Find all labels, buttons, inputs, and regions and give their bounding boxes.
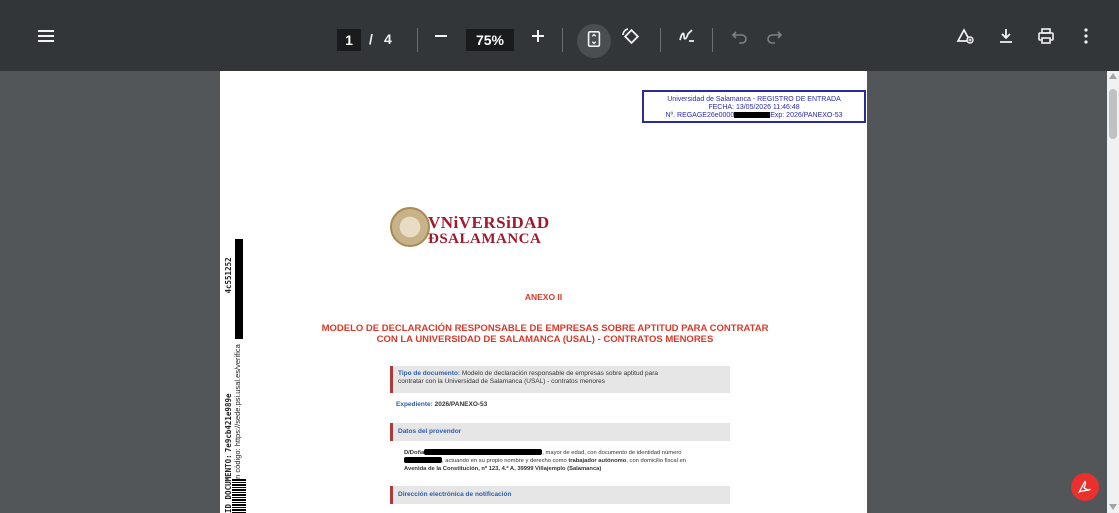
annex-heading: ANEXO II	[524, 292, 563, 302]
stamp-line-1: Universidad de Salamanca - REGISTRO DE E…	[667, 96, 841, 103]
zoom-in-icon[interactable]	[528, 26, 548, 46]
declaration-line-3: Avenida de la Constitución, nº 123, 4.º …	[404, 465, 734, 473]
toolbar-divider	[660, 28, 661, 52]
pdf-toolbar: 1 / 4 75%	[0, 0, 1119, 71]
download-icon[interactable]	[996, 26, 1016, 46]
document-id-suffix: 4c551252	[224, 257, 233, 294]
redo-icon[interactable]	[764, 26, 784, 46]
draw-icon[interactable]	[677, 26, 697, 46]
title-line-1: MODELO DE DECLARACIÓN RESPONSABLE DE EMP…	[321, 323, 769, 334]
declaration-line-2-end: , con domicilio fiscal en	[626, 458, 686, 464]
logo-line-1: VNiVERSiDAD	[428, 213, 550, 232]
document-id-prefix: 7e9cb421e989e	[224, 393, 233, 453]
stamp-line-2: FECHA: 13/05/2026 11:46:48	[708, 104, 800, 111]
scroll-down-arrow-icon[interactable]	[1109, 504, 1117, 510]
pdf-page: Universidad de Salamanca - REGISTRO DE E…	[220, 71, 867, 513]
zoom-input[interactable]: 75%	[466, 29, 514, 51]
page-number-input[interactable]: 1	[337, 29, 361, 51]
document-type-value-2: contratar con la Universidad de Salamanc…	[398, 378, 606, 385]
toolbar-divider	[562, 28, 563, 52]
document-type-value-1: Modelo de declaración responsable de emp…	[461, 370, 659, 377]
university-logo: VNiVERSiDAD ÐSALAMANCA	[390, 207, 549, 253]
document-type-label: Tipo de documento:	[398, 370, 460, 377]
document-type-box: Tipo de documento: Modelo de declaración…	[390, 366, 730, 393]
redaction	[424, 449, 543, 456]
registry-stamp: Universidad de Salamanca - REGISTRO DE E…	[642, 90, 866, 123]
redaction	[235, 239, 243, 339]
declaration-line-2-bold: trabajador autónomo	[568, 458, 627, 464]
document-type-text: Tipo de documento: Modelo de declaración…	[398, 370, 658, 386]
document-title: MODELO DE DECLARACIÓN RESPONSABLE DE EMP…	[320, 323, 770, 345]
stamp-line-3-suffix: Exp: 2026/PANEXO-53	[770, 112, 843, 119]
declaration-line-1-text: , mayor de edad, con documento de identi…	[542, 450, 682, 456]
expediente-label: Expediente:	[396, 401, 433, 408]
page-separator: /	[369, 31, 373, 47]
fit-page-button[interactable]	[577, 24, 611, 58]
expediente: Expediente: 2026/PANEXO-53	[396, 401, 487, 408]
barcode	[232, 479, 246, 513]
declaration-prefix: D/Doña	[404, 450, 425, 456]
undo-icon[interactable]	[730, 26, 750, 46]
menu-icon[interactable]	[36, 26, 56, 46]
scroll-up-arrow-icon[interactable]	[1109, 73, 1117, 79]
title-line-2: CON LA UNIVERSIDAD DE SALAMANCA (USAL) -…	[376, 334, 714, 345]
zoom-out-icon[interactable]	[431, 26, 451, 46]
document-id-strip: ID DOCUMENTO: 7e9cb421e989e4c551252 Veri…	[224, 201, 246, 513]
redaction	[734, 112, 771, 119]
stamp-line-3-prefix: Nº. REGAGE26e0000	[665, 112, 735, 119]
annotate-icon[interactable]	[955, 26, 975, 46]
declaration-line-2: , actuando en su propio nombre y derecho…	[404, 457, 734, 465]
logo-line-2: ÐSALAMANCA	[428, 231, 542, 247]
box-accent	[390, 366, 393, 393]
vertical-scrollbar[interactable]	[1107, 71, 1119, 513]
toolbar-divider	[712, 28, 713, 52]
page-total: 4	[384, 31, 392, 47]
scrollbar-thumb[interactable]	[1109, 89, 1117, 139]
provider-declaration-text: D/Doña , mayor de edad, con documento de …	[404, 449, 734, 473]
toolbar-divider	[417, 28, 418, 52]
expediente-value: 2026/PANEXO-53	[434, 401, 488, 408]
provider-data-header: Datos del provendor	[390, 423, 730, 441]
adobe-acrobat-icon[interactable]	[1071, 473, 1099, 501]
print-icon[interactable]	[1036, 26, 1056, 46]
notification-address-header: Dirección electrónica de notificación	[390, 486, 730, 504]
box-accent	[390, 423, 393, 441]
notification-address-label: Dirección electrónica de notificación	[398, 491, 512, 498]
box-accent	[390, 486, 393, 504]
fit-page-icon	[585, 30, 603, 53]
stamp-line-3: Nº. REGAGE26e0000 Exp: 2026/PANEXO-53	[644, 112, 864, 120]
declaration-address: Avenida de la Constitución, nº 123, 4.º …	[404, 466, 602, 472]
provider-data-label: Datos del provendor	[398, 428, 462, 435]
declaration-line-2-text: , actuando en su propio nombre y derecho…	[442, 458, 567, 464]
declaration-line-1: D/Doña , mayor de edad, con documento de …	[404, 449, 734, 457]
rotate-icon[interactable]	[620, 26, 640, 46]
university-seal-icon	[390, 207, 430, 247]
more-options-icon[interactable]	[1076, 26, 1096, 46]
redaction	[404, 457, 442, 464]
